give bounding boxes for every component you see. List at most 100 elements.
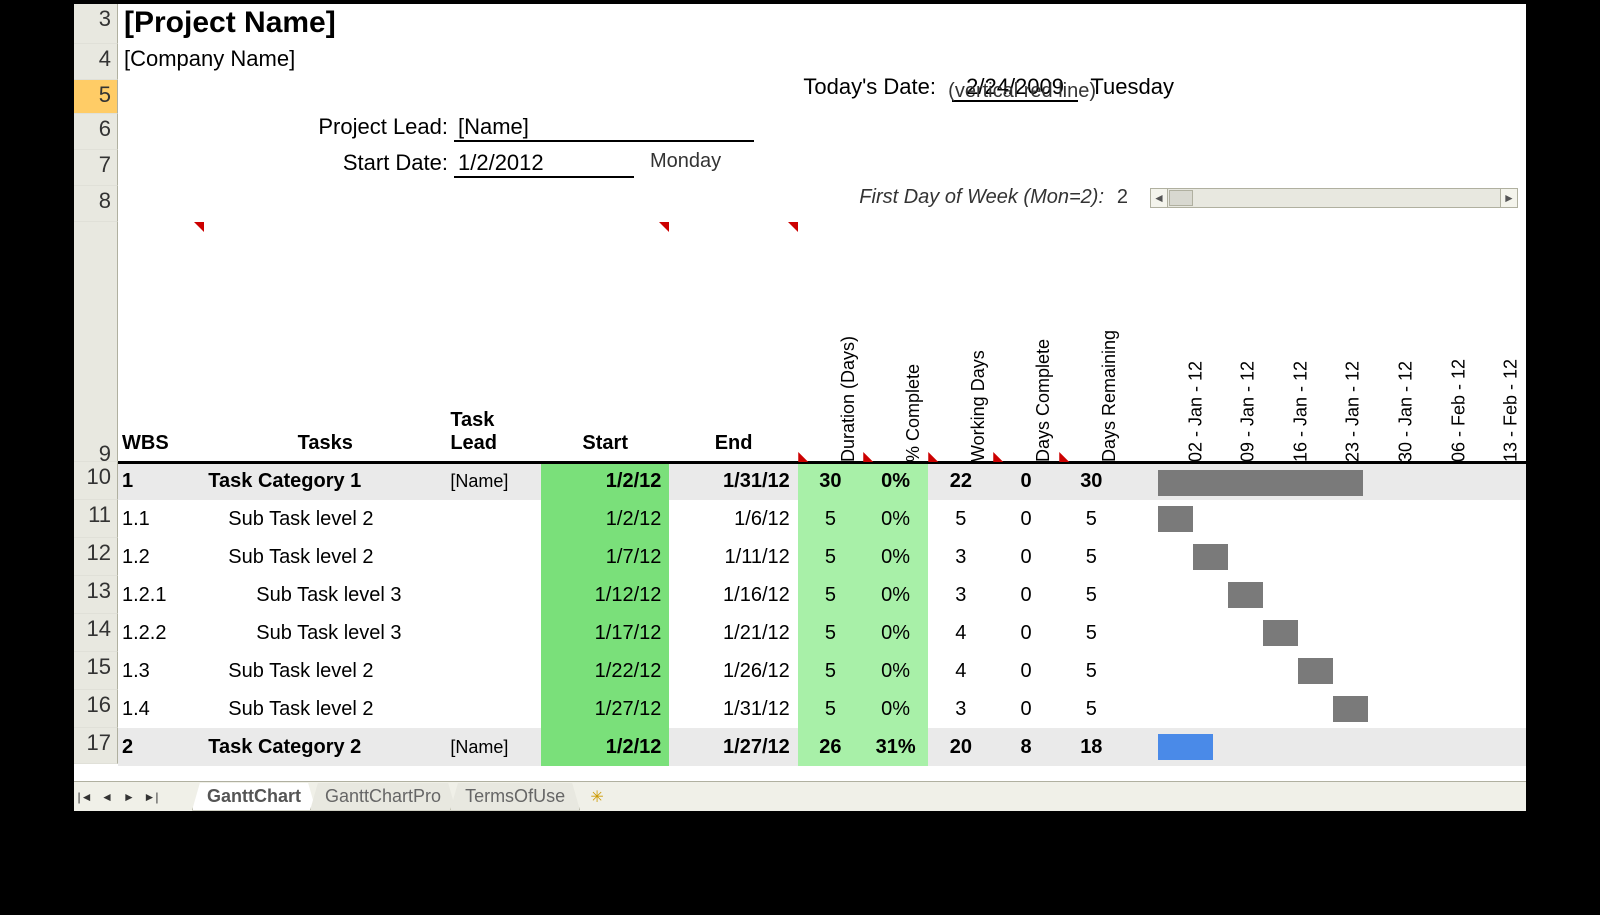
- cell-duration[interactable]: 30: [798, 462, 863, 500]
- cell-end[interactable]: 1/31/12: [669, 690, 797, 728]
- cell-start[interactable]: 1/7/12: [541, 538, 669, 576]
- cell-drem[interactable]: 5: [1059, 614, 1124, 652]
- sheet-tab-ganttchartpro[interactable]: GanttChartPro: [310, 783, 456, 811]
- col-duration[interactable]: Duration (Days): [798, 222, 863, 462]
- cell-drem[interactable]: 5: [1059, 538, 1124, 576]
- company-name-cell[interactable]: [Company Name]: [118, 44, 1526, 74]
- cell-lead[interactable]: [446, 652, 541, 690]
- row-header[interactable]: 4: [74, 44, 118, 80]
- cell-start[interactable]: 1/22/12: [541, 652, 669, 690]
- cell-duration[interactable]: 5: [798, 500, 863, 538]
- scrollbar-right-arrow[interactable]: ►: [1500, 188, 1518, 208]
- start-date-value[interactable]: 1/2/2012: [454, 150, 634, 178]
- cell-duration[interactable]: 5: [798, 652, 863, 690]
- cell-dcomp[interactable]: 0: [993, 462, 1058, 500]
- cell-drem[interactable]: 30: [1059, 462, 1124, 500]
- cell-task[interactable]: Sub Task level 3: [204, 576, 446, 614]
- cell-drem[interactable]: 5: [1059, 500, 1124, 538]
- cell-pct[interactable]: 0%: [863, 538, 928, 576]
- scrollbar-thumb[interactable]: [1169, 190, 1193, 206]
- row-header[interactable]: 10: [74, 462, 118, 500]
- col-tasks[interactable]: Tasks: [204, 222, 446, 462]
- col-days-complete[interactable]: Days Complete: [993, 222, 1058, 462]
- table-row[interactable]: 1.1Sub Task level 21/2/121/6/1250%505: [118, 500, 1526, 538]
- cell-dcomp[interactable]: 0: [993, 690, 1058, 728]
- cell-duration[interactable]: 5: [798, 576, 863, 614]
- cell-wdays[interactable]: 5: [928, 500, 993, 538]
- cell-task[interactable]: Task Category 2: [204, 728, 446, 766]
- cell-wdays[interactable]: 22: [928, 462, 993, 500]
- row-header[interactable]: 13: [74, 576, 118, 614]
- row-header[interactable]: 14: [74, 614, 118, 652]
- first-day-of-week-value[interactable]: 2: [1117, 186, 1128, 209]
- tab-nav-prev-icon[interactable]: ◄: [97, 787, 117, 807]
- cell-end[interactable]: 1/16/12: [669, 576, 797, 614]
- cell-pct[interactable]: 0%: [863, 462, 928, 500]
- cell-pct[interactable]: 31%: [863, 728, 928, 766]
- table-row[interactable]: 2Task Category 2[Name]1/2/121/27/122631%…: [118, 728, 1526, 766]
- cell-end[interactable]: 1/21/12: [669, 614, 797, 652]
- row-header-selected[interactable]: 5: [74, 80, 118, 114]
- col-start[interactable]: Start: [541, 222, 669, 462]
- cell-pct[interactable]: 0%: [863, 500, 928, 538]
- row-header[interactable]: 6: [74, 114, 118, 150]
- cell-pct[interactable]: 0%: [863, 652, 928, 690]
- cell-end[interactable]: 1/27/12: [669, 728, 797, 766]
- row-header[interactable]: 12: [74, 538, 118, 576]
- sheet-tab-ganttchart[interactable]: GanttChart: [192, 783, 316, 811]
- col-working-days[interactable]: Working Days: [928, 222, 993, 462]
- cell-pct[interactable]: 0%: [863, 690, 928, 728]
- col-task-lead[interactable]: Task Lead: [446, 222, 541, 462]
- cell-lead[interactable]: [446, 576, 541, 614]
- gantt-week-header[interactable]: 30 - Jan - 12: [1368, 222, 1421, 462]
- row-header[interactable]: 17: [74, 728, 118, 764]
- cell-lead[interactable]: [446, 500, 541, 538]
- cell-lead[interactable]: [446, 538, 541, 576]
- table-row[interactable]: 1Task Category 1[Name]1/2/121/31/12300%2…: [118, 462, 1526, 500]
- cell-start[interactable]: 1/2/12: [541, 462, 669, 500]
- cell-wdays[interactable]: 4: [928, 614, 993, 652]
- cell-task[interactable]: Sub Task level 3: [204, 614, 446, 652]
- gantt-horizontal-scrollbar[interactable]: ◄ ►: [1150, 188, 1518, 208]
- table-row[interactable]: 1.2.2Sub Task level 31/17/121/21/1250%40…: [118, 614, 1526, 652]
- cell-task[interactable]: Task Category 1: [204, 462, 446, 500]
- cell-wdays[interactable]: 4: [928, 652, 993, 690]
- cell-lead[interactable]: [446, 614, 541, 652]
- cell-duration[interactable]: 26: [798, 728, 863, 766]
- cell-start[interactable]: 1/2/12: [541, 728, 669, 766]
- cell-wdays[interactable]: 3: [928, 538, 993, 576]
- gantt-week-header[interactable]: 06 - Feb - 12: [1421, 222, 1474, 462]
- cell-dcomp[interactable]: 0: [993, 576, 1058, 614]
- cell-task[interactable]: Sub Task level 2: [204, 652, 446, 690]
- cell-lead[interactable]: [446, 690, 541, 728]
- cell-duration[interactable]: 5: [798, 614, 863, 652]
- cell-dcomp[interactable]: 0: [993, 500, 1058, 538]
- cell-start[interactable]: 1/17/12: [541, 614, 669, 652]
- cell-lead[interactable]: [Name]: [446, 462, 541, 500]
- cell-start[interactable]: 1/12/12: [541, 576, 669, 614]
- row-header[interactable]: 7: [74, 150, 118, 186]
- project-lead-value[interactable]: [Name]: [454, 114, 754, 142]
- cell-end[interactable]: 1/6/12: [669, 500, 797, 538]
- table-row[interactable]: 1.3Sub Task level 21/22/121/26/1250%405: [118, 652, 1526, 690]
- col-pct-complete[interactable]: % Complete: [863, 222, 928, 462]
- scrollbar-left-arrow[interactable]: ◄: [1150, 188, 1168, 208]
- row-header[interactable]: 9: [74, 222, 118, 462]
- col-wbs[interactable]: WBS: [118, 222, 204, 462]
- cell-wbs[interactable]: 1.2.2: [118, 614, 204, 652]
- cell-wbs[interactable]: 2: [118, 728, 204, 766]
- table-row[interactable]: 1.2Sub Task level 21/7/121/11/1250%305: [118, 538, 1526, 576]
- cell-dcomp[interactable]: 8: [993, 728, 1058, 766]
- cell-wdays[interactable]: 20: [928, 728, 993, 766]
- cell-wbs[interactable]: 1: [118, 462, 204, 500]
- cell-start[interactable]: 1/27/12: [541, 690, 669, 728]
- cell-end[interactable]: 1/31/12: [669, 462, 797, 500]
- row-header[interactable]: 11: [74, 500, 118, 538]
- cell-wdays[interactable]: 3: [928, 576, 993, 614]
- cell-pct[interactable]: 0%: [863, 576, 928, 614]
- cell-duration[interactable]: 5: [798, 538, 863, 576]
- cell-task[interactable]: Sub Task level 2: [204, 690, 446, 728]
- tab-nav-last-icon[interactable]: ►|: [141, 787, 161, 807]
- cell-drem[interactable]: 5: [1059, 576, 1124, 614]
- sheet-tab-termsofuse[interactable]: TermsOfUse: [450, 783, 580, 811]
